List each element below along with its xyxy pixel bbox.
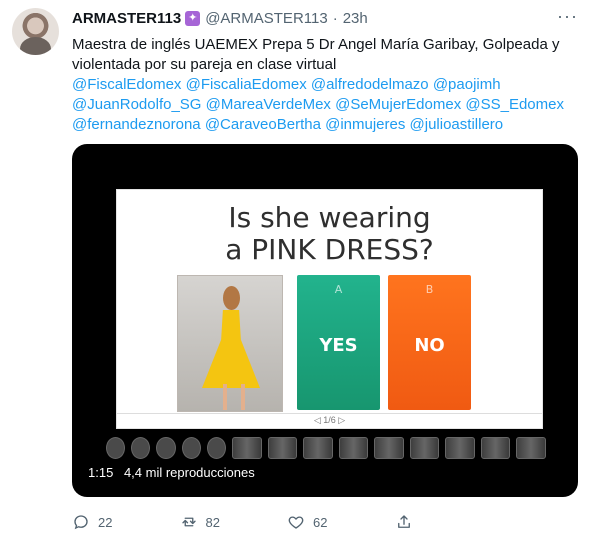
participant-thumb bbox=[445, 436, 475, 459]
mentions-line-1[interactable]: @FiscalEdomex @FiscaliaEdomex @alfredode… bbox=[72, 75, 577, 95]
participant-thumb bbox=[338, 436, 369, 459]
participant-thumb bbox=[206, 436, 227, 459]
tweet-text: Maestra de inglés UAEMEX Prepa 5 Dr Ange… bbox=[72, 35, 577, 135]
option-b-no: B NO bbox=[388, 275, 471, 410]
woman-hair bbox=[223, 286, 240, 310]
yellow-dress-photo bbox=[177, 275, 283, 412]
reply-icon bbox=[72, 513, 90, 531]
avatar[interactable] bbox=[12, 8, 59, 55]
participant-thumb bbox=[374, 436, 404, 459]
user-handle[interactable]: @ARMASTER113 bbox=[205, 10, 327, 27]
option-a-letter: A bbox=[334, 283, 343, 296]
reply-button[interactable]: 22 bbox=[72, 513, 180, 531]
share-icon bbox=[395, 513, 413, 531]
more-icon[interactable]: ··· bbox=[557, 6, 578, 27]
like-button[interactable]: 62 bbox=[287, 513, 395, 531]
option-a-label: YES bbox=[319, 335, 358, 356]
mentions-line-3[interactable]: @fernandeznorona @CaraveoBertha @inmujer… bbox=[72, 115, 577, 135]
share-button[interactable] bbox=[395, 513, 503, 531]
display-name[interactable]: ARMASTER113 bbox=[72, 10, 181, 27]
participant-thumb bbox=[480, 436, 511, 459]
retweet-icon bbox=[180, 513, 198, 531]
participant-thumb bbox=[106, 436, 126, 459]
slide-title-line-1: Is she wearing bbox=[228, 201, 431, 234]
mentions-line-2[interactable]: @JuanRodolfo_SG @MareaVerdeMex @SeMujerE… bbox=[72, 95, 577, 115]
tweet-text-line-2: violentada por su pareja en clase virtua… bbox=[72, 56, 337, 73]
option-b-label: NO bbox=[414, 335, 445, 356]
participant-thumb bbox=[516, 436, 547, 459]
slide-title-line-2: a PINK DRESS? bbox=[225, 233, 434, 266]
slide-title: Is she wearing a PINK DRESS? bbox=[117, 202, 542, 266]
participant-thumb bbox=[232, 436, 262, 459]
tweet-actions: 22 82 62 bbox=[72, 510, 502, 534]
tweet-video[interactable]: Is she wearing a PINK DRESS? A YES B NO … bbox=[72, 144, 578, 497]
tweet-header: ARMASTER113 ✦ @ARMASTER113 · 23h ··· bbox=[72, 6, 578, 28]
separator-dot: · bbox=[332, 9, 338, 27]
participant-thumb bbox=[409, 436, 440, 459]
like-count: 62 bbox=[313, 514, 328, 530]
participant-thumb bbox=[267, 436, 298, 459]
reply-count: 22 bbox=[98, 514, 113, 530]
slide-controls: ◁ 1/6 ▷ bbox=[117, 413, 542, 428]
participant-thumb bbox=[131, 436, 151, 459]
video-views: 4,4 mil reproducciones bbox=[123, 465, 255, 480]
video-slide: Is she wearing a PINK DRESS? A YES B NO … bbox=[116, 189, 543, 429]
option-a-yes: A YES bbox=[297, 275, 380, 410]
slide-counter: ◁ 1/6 ▷ bbox=[313, 415, 346, 425]
retweet-count: 82 bbox=[205, 514, 220, 530]
participant-strip bbox=[106, 433, 547, 462]
tweet-time[interactable]: 23h bbox=[343, 10, 368, 27]
video-duration: 1:15 bbox=[88, 465, 114, 480]
participant-thumb bbox=[181, 436, 201, 459]
participant-thumb bbox=[303, 436, 333, 459]
yellow-dress bbox=[202, 310, 260, 388]
verified-badge-icon: ✦ bbox=[185, 10, 201, 26]
woman-legs bbox=[223, 384, 245, 410]
tweet-text-line-1: Maestra de inglés UAEMEX Prepa 5 Dr Ange… bbox=[72, 36, 560, 53]
participant-thumb bbox=[156, 436, 176, 459]
option-b-letter: B bbox=[425, 283, 434, 296]
video-meta: 1:15 4,4 mil reproducciones bbox=[88, 465, 255, 480]
retweet-button[interactable]: 82 bbox=[180, 513, 288, 531]
like-icon bbox=[287, 513, 305, 531]
